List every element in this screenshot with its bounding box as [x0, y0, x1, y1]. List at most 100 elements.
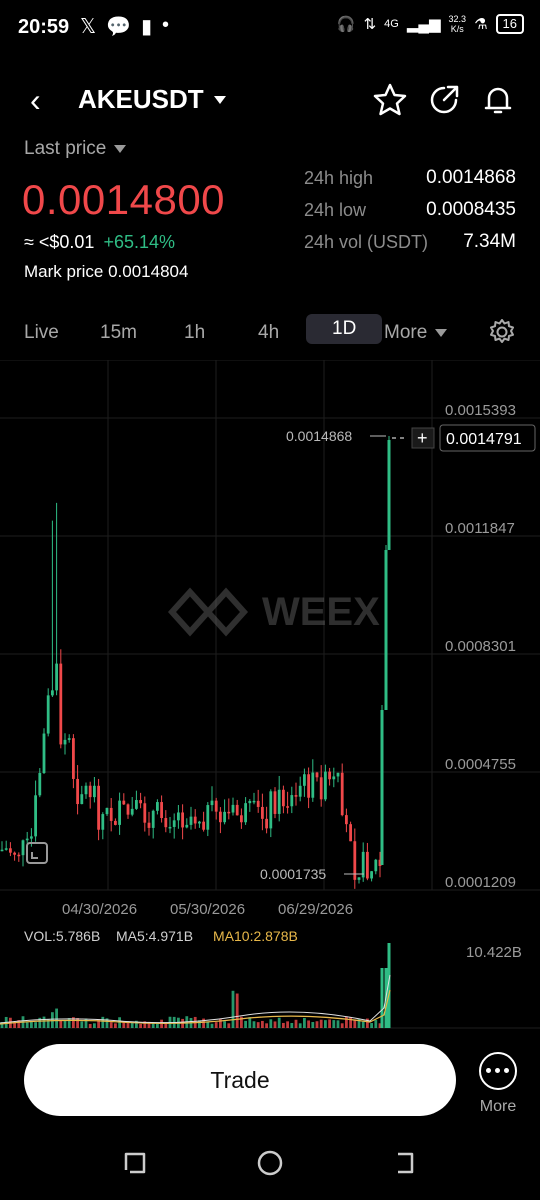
volume-bar — [370, 1023, 373, 1028]
last-price-selector[interactable]: Last price — [24, 138, 127, 160]
volume-bar — [269, 1019, 273, 1028]
volume-bar — [109, 1022, 113, 1028]
volume-bar — [380, 968, 384, 1028]
candle-body — [25, 838, 29, 841]
tab-1d[interactable]: 1D — [306, 314, 383, 344]
volume-bar — [248, 1017, 252, 1028]
net-speed-unit: K/s — [450, 24, 464, 34]
home-icon[interactable] — [257, 1150, 283, 1176]
stat-value-24h-high: 0.0014868 — [426, 167, 516, 188]
tab-1h[interactable]: 1h — [184, 322, 205, 344]
price-approx-usd: ≈ <$0.01 +65.14% — [24, 232, 175, 253]
candle-body — [147, 822, 151, 828]
volume-bar — [273, 1021, 277, 1028]
candle-body — [227, 811, 231, 814]
candle-body — [324, 771, 327, 800]
volume-bar — [59, 1020, 63, 1028]
mark-price: Mark price 0.0014804 — [24, 262, 188, 282]
candle-body — [55, 663, 58, 691]
candle-body — [345, 815, 348, 825]
candle-body — [101, 814, 105, 830]
back-arrow-icon[interactable]: ‹ — [30, 82, 41, 118]
y-tick-label: 0.0011847 — [445, 520, 515, 537]
pair-selector[interactable]: AKEUSDT — [78, 84, 226, 115]
candle-body — [311, 772, 315, 798]
recent-apps-icon[interactable] — [124, 1152, 146, 1174]
volume-bar — [374, 1020, 378, 1028]
candle-body — [269, 791, 273, 829]
trade-button[interactable]: Trade — [24, 1044, 456, 1116]
candle-body — [387, 440, 391, 550]
stat-value-24h-low: 0.0008435 — [426, 199, 516, 220]
volume-bar — [227, 1023, 231, 1028]
candle-body — [261, 806, 264, 819]
candle-body — [374, 859, 378, 872]
volume-bar — [328, 1019, 331, 1028]
candle-body — [349, 824, 352, 842]
volume-bar — [101, 1016, 105, 1028]
more-button[interactable]: More — [474, 1046, 522, 1118]
high-marker: 0.0014868 — [286, 428, 386, 444]
candle-body — [135, 800, 138, 809]
candle-body — [126, 804, 130, 815]
candle-body — [235, 804, 239, 816]
candle-body — [139, 800, 142, 804]
watermark-text: WEEX — [262, 590, 380, 634]
weex-watermark: WEEX — [167, 587, 380, 637]
candle-body — [51, 690, 54, 696]
bell-alert-icon[interactable] — [480, 82, 516, 118]
signal-icon: ▂▄▆ — [406, 16, 441, 33]
candle-body — [109, 807, 113, 821]
candle-body — [370, 871, 373, 879]
candle-body — [202, 821, 205, 830]
pair-header: ‹ AKEUSDT — [0, 80, 540, 124]
caret-down-icon — [213, 95, 226, 104]
volume-bar — [231, 990, 235, 1028]
pair-name: AKEUSDT — [78, 84, 204, 114]
volume-bar — [223, 1021, 226, 1028]
candlestick-chart[interactable]: WEEX 0.0015393 0.0011847 0.0008301 0.000… — [0, 360, 540, 920]
candle-body — [46, 695, 50, 734]
candle-body — [277, 789, 281, 814]
candle-body — [63, 739, 67, 745]
tab-4h[interactable]: 4h — [258, 322, 279, 344]
share-icon[interactable] — [426, 82, 462, 118]
caret-down-icon — [114, 145, 127, 153]
candle-body — [156, 802, 159, 811]
candle-body — [244, 803, 247, 823]
fullscreen-icon[interactable] — [26, 842, 48, 864]
back-nav-icon[interactable] — [398, 1152, 414, 1174]
volume-bar — [311, 1022, 315, 1028]
candle-body — [252, 800, 256, 803]
volume-bar — [307, 1020, 310, 1028]
candle-body — [380, 710, 384, 865]
candle-body — [219, 811, 222, 823]
volume-bar — [256, 1022, 260, 1028]
tab-more-label: More — [384, 322, 428, 343]
tab-live[interactable]: Live — [24, 322, 59, 344]
stat-value-24h-vol: 7.34M — [463, 231, 516, 252]
volume-bar — [244, 1020, 247, 1028]
candle-body — [118, 800, 121, 825]
candle-body — [265, 818, 268, 829]
tab-more[interactable]: More — [384, 322, 448, 344]
volume-bar — [332, 1020, 336, 1028]
crosshair-plus-icon[interactable]: + — [417, 428, 428, 448]
candle-body — [130, 808, 134, 815]
candle-body — [42, 733, 46, 774]
candle-body — [72, 738, 75, 779]
approx-usd-value: ≈ <$0.01 — [24, 232, 95, 252]
volume-bar — [93, 1023, 96, 1028]
last-price-label: Last price — [24, 138, 107, 159]
candle-body — [172, 820, 176, 827]
current-price-line: + 0.0014791 — [392, 424, 536, 452]
volume-bars — [0, 943, 391, 1028]
candle-body — [67, 738, 71, 740]
y-axis: 0.0015393 0.0011847 0.0008301 0.0004755 … — [445, 402, 516, 891]
battery-indicator: 16 — [495, 14, 524, 34]
tab-15m[interactable]: 15m — [100, 322, 137, 344]
volume-bar — [303, 1017, 306, 1028]
star-favorite-icon[interactable] — [372, 82, 408, 118]
low-marker-label: 0.0001735 — [260, 866, 326, 882]
chart-settings-gear-icon[interactable] — [488, 318, 516, 346]
